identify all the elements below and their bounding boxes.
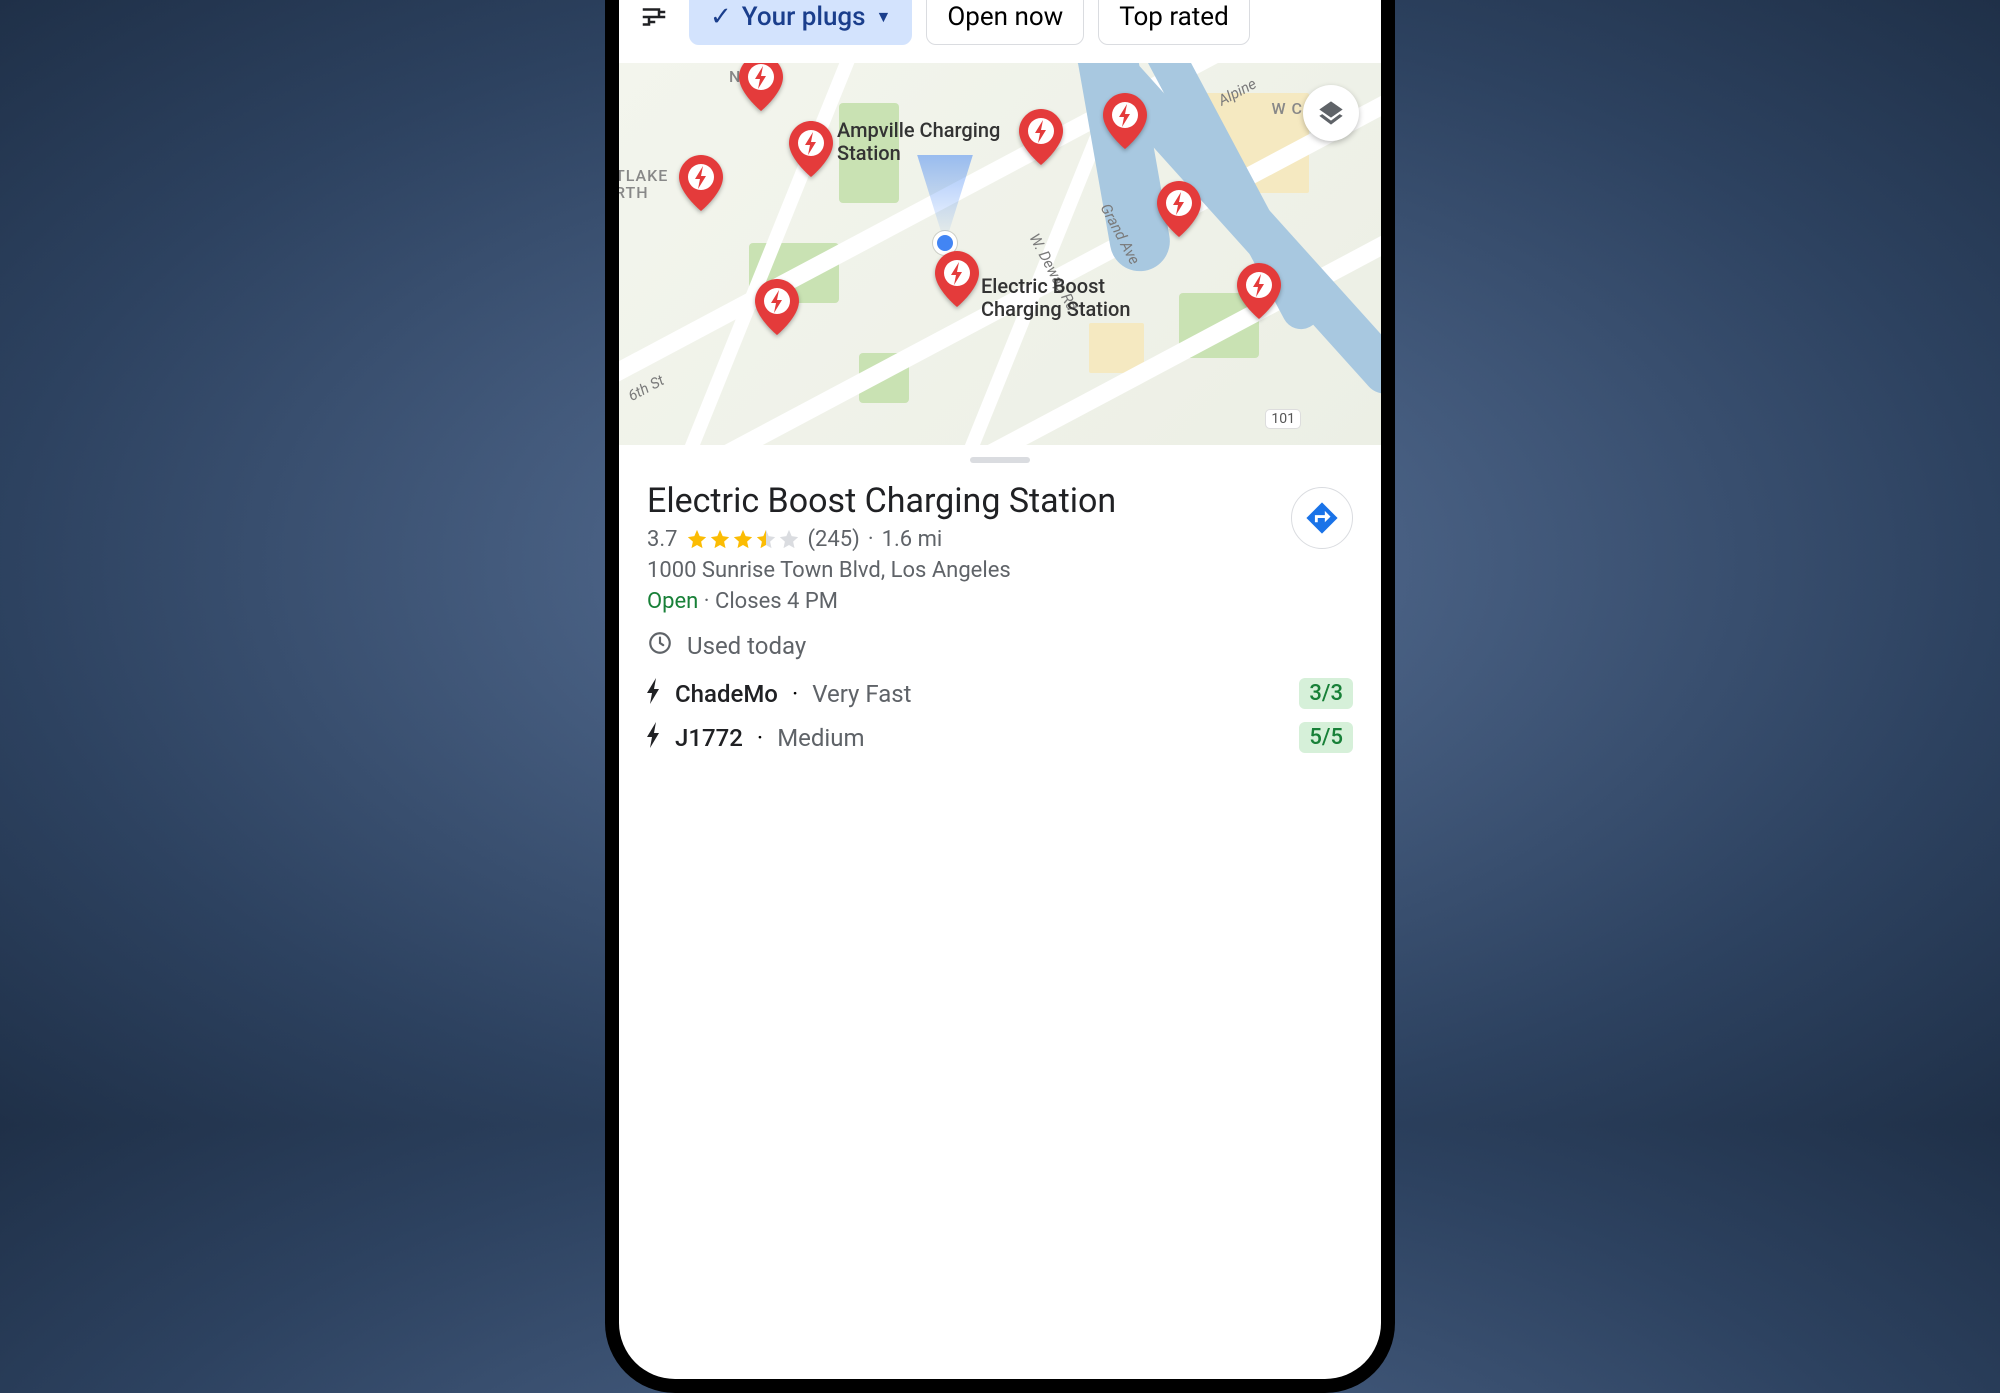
plug-speed: Medium — [777, 724, 864, 752]
bolt-icon — [647, 722, 661, 754]
map-pin[interactable] — [1103, 93, 1147, 149]
rating-row: 3.7 (245) · 1.6 mi — [647, 527, 1275, 552]
rating-value: 3.7 — [647, 527, 678, 552]
clock-icon — [647, 630, 673, 662]
place-address: 1000 Sunrise Town Blvd, Los Angeles — [647, 558, 1275, 583]
chip-label: Open now — [947, 2, 1063, 32]
map-pin[interactable] — [789, 121, 833, 177]
bolt-icon — [647, 678, 661, 710]
area-label: TLAKERTH — [619, 167, 668, 202]
map-pin[interactable] — [1019, 109, 1063, 165]
map-pin[interactable] — [1157, 181, 1201, 237]
check-icon: ✓ — [710, 2, 732, 32]
review-count: (245) — [808, 527, 860, 552]
plug-availability: 5/5 — [1299, 722, 1353, 753]
layers-button[interactable] — [1303, 85, 1359, 141]
map-pin[interactable] — [679, 155, 723, 211]
map-poi-label[interactable]: Electric BoostCharging Station — [981, 275, 1131, 321]
place-title: Electric Boost Charging Station — [647, 481, 1275, 521]
filter-chips: ✓ Your plugs ▼ Open now Top rated — [619, 0, 1381, 63]
area-label: W C — [1271, 99, 1303, 118]
map-poi-label[interactable]: Ampville ChargingStation — [837, 119, 1000, 165]
chip-top-rated[interactable]: Top rated — [1098, 0, 1250, 45]
phone-frame: 4:12 ✓Your plugs▼ Open now Top rated 6th… — [605, 0, 1395, 1393]
plug-row: ChadeMo · Very Fast 3/3 — [647, 678, 1353, 710]
closes-at: Closes 4 PM — [715, 589, 838, 614]
chip-open-now[interactable]: Open now — [926, 0, 1084, 45]
route-badge: 101 — [1265, 409, 1301, 429]
chevron-down-icon: ▼ — [876, 7, 892, 27]
plug-availability: 3/3 — [1299, 678, 1353, 709]
used-today-row: Used today — [647, 630, 1353, 662]
chip-label: Top rated — [1119, 2, 1229, 32]
place-sheet: Electric Boost Charging Station 3.7 (245… — [619, 463, 1381, 754]
plug-row: J1772 · Medium 5/5 — [647, 722, 1353, 754]
used-label: Used today — [687, 632, 806, 660]
chip-label: Your plugs — [742, 2, 866, 32]
map-pin[interactable] — [935, 251, 979, 307]
plug-name: J1772 — [675, 724, 743, 752]
screen: 4:12 ✓Your plugs▼ Open now Top rated 6th… — [619, 0, 1381, 1379]
filter-icon[interactable] — [637, 0, 671, 34]
plug-speed: Very Fast — [812, 680, 911, 708]
map-pin[interactable] — [739, 63, 783, 111]
map-pin[interactable] — [1237, 263, 1281, 319]
rating-stars — [686, 528, 800, 550]
map-pin[interactable] — [755, 279, 799, 335]
plug-name: ChadeMo — [675, 680, 778, 708]
chip-your-plugs[interactable]: ✓ Your plugs ▼ — [689, 0, 912, 45]
map-view[interactable]: 6th St W. Dewap Rd Grand Ave Alpine TLAK… — [619, 63, 1381, 445]
open-status: Open — [647, 589, 698, 614]
hours-row: Open · Closes 4 PM — [647, 589, 1275, 614]
directions-button[interactable] — [1291, 487, 1353, 549]
distance: 1.6 mi — [882, 527, 943, 552]
